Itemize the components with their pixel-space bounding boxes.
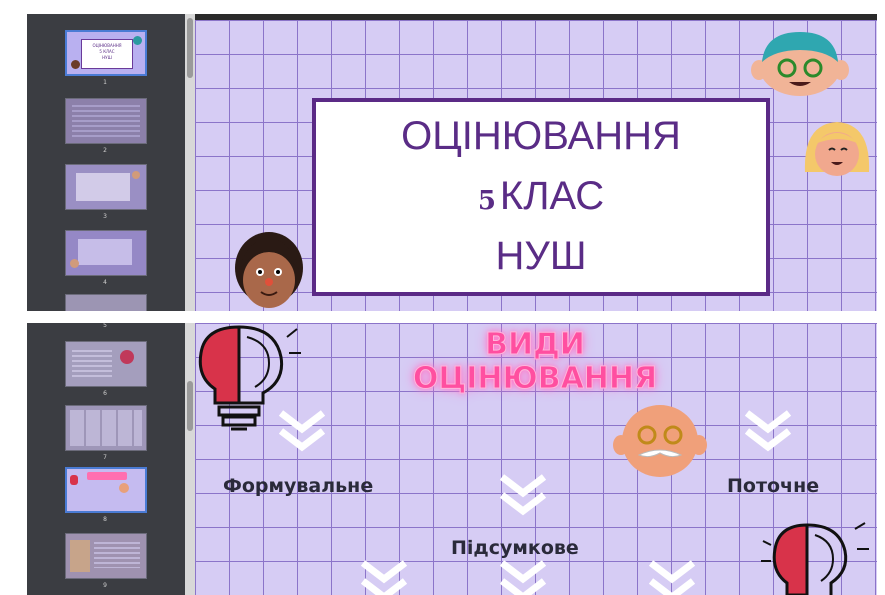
brain-bulb-icon [70, 475, 78, 485]
label-formative: Формувальне [223, 475, 374, 497]
face-icon [235, 232, 303, 308]
slide-canvas[interactable]: ВИДИ ОЦІНЮВАННЯ Формувальне Поточне Підс… [195, 323, 877, 595]
face-icon [70, 259, 79, 268]
screenshot-divider [27, 311, 877, 323]
thumbnail-title-card: ОЦІНЮВАННЯ 5 КЛАС НУШ [81, 39, 133, 69]
slide-thumbnail-7[interactable]: 7 [65, 405, 147, 461]
slide-number: 7 [103, 454, 107, 461]
slide-thumbnail-6[interactable]: 6 [65, 341, 147, 397]
slide-title-line-2: 5 КЛАС [316, 174, 766, 223]
slide-thumbnail-5[interactable]: 5 [65, 323, 145, 329]
thumbnail-image-accent [120, 350, 134, 364]
slide-title-line-1: ВИДИ [485, 327, 586, 362]
slide-title-line-1: ОЦІНЮВАННЯ [401, 114, 681, 158]
thumbnail-text-block [76, 173, 130, 201]
thumbnail-image [65, 230, 147, 276]
slide-number: 6 [103, 390, 107, 397]
grade-word: КЛАС [499, 174, 605, 218]
slide-title-line-3: НУШ [495, 234, 587, 278]
thumbnail-text-block [72, 105, 140, 137]
slide-number: 9 [103, 582, 107, 589]
slide-number: 2 [103, 147, 107, 154]
slide-number: 4 [103, 279, 107, 286]
chevron-double-down-icon [360, 560, 408, 595]
thumbnail-title-line: НУШ [102, 55, 112, 60]
thumbnail-text-block [78, 239, 132, 265]
face-icon [751, 32, 849, 96]
grade-number: 5 [477, 186, 496, 216]
editor-window-top: ОЦІНЮВАННЯ 5 КЛАС НУШ 1 2 3 4 ОЦІНЮВАННЯ… [27, 14, 877, 311]
slide-number: 5 [103, 323, 107, 329]
chevron-double-down-icon [499, 474, 547, 516]
thumbnail-scrollbar[interactable] [185, 14, 195, 311]
label-current: Поточне [727, 475, 820, 497]
chevron-double-down-icon [744, 410, 792, 452]
slide-thumbnail-4[interactable]: 4 [65, 230, 147, 286]
slide-number: 1 [103, 79, 107, 86]
brain-bulb-icon [761, 522, 869, 595]
thumbnail-text-block [94, 542, 140, 568]
chevron-double-down-icon [278, 410, 326, 452]
label-summative: Підсумкове [451, 537, 579, 559]
chevron-double-down-icon [499, 560, 547, 595]
scrollbar-thumb[interactable] [187, 381, 193, 431]
slide-thumbnail-2[interactable]: 2 [65, 98, 147, 154]
slide-thumbnail-9[interactable]: 9 [65, 533, 147, 589]
slide-thumbnail-5[interactable] [65, 294, 147, 311]
slide-thumbnail-8[interactable]: 8 [65, 467, 147, 523]
face-icon [132, 171, 140, 179]
face-icon [804, 122, 870, 176]
thumbnail-title-block [87, 472, 127, 480]
slide-thumbnail-3[interactable]: 3 [65, 164, 147, 220]
thumbnail-image [65, 467, 147, 513]
thumbnail-image [65, 341, 147, 387]
thumbnail-image [65, 98, 147, 144]
thumbnail-image [65, 405, 147, 451]
slide-thumbnail-panel[interactable]: ОЦІНЮВАННЯ 5 КЛАС НУШ 1 2 3 4 [27, 14, 185, 311]
title-card: ОЦІНЮВАННЯ 5 КЛАС НУШ [312, 98, 770, 296]
face-icon [119, 483, 129, 493]
editor-window-bottom: 5 6 7 8 9 ВИДИ ОЦІНЮВАННЯ Формувальне По… [27, 323, 877, 595]
thumbnail-image [65, 533, 147, 579]
face-icon [71, 60, 80, 69]
thumbnail-photo [70, 540, 90, 572]
slide-number: 8 [103, 516, 107, 523]
thumbnail-table [70, 410, 142, 446]
slide-thumbnail-1[interactable]: ОЦІНЮВАННЯ 5 КЛАС НУШ 1 [65, 30, 147, 86]
scrollbar-thumb[interactable] [187, 18, 193, 78]
thumbnail-image: ОЦІНЮВАННЯ 5 КЛАС НУШ [65, 30, 147, 76]
face-icon [133, 36, 142, 45]
slide-title-line-2: ОЦІНЮВАННЯ [412, 361, 658, 396]
thumbnail-text-block [72, 350, 112, 378]
chevron-double-down-icon [648, 560, 696, 595]
thumbnail-image [65, 294, 147, 311]
slide-thumbnail-panel[interactable]: 5 6 7 8 9 [27, 323, 185, 595]
face-icon [613, 405, 707, 477]
thumbnail-scrollbar[interactable] [185, 323, 195, 595]
slide-canvas[interactable]: ОЦІНЮВАННЯ 5 КЛАС НУШ [195, 20, 877, 311]
slide-number: 3 [103, 213, 107, 220]
thumbnail-image [65, 164, 147, 210]
